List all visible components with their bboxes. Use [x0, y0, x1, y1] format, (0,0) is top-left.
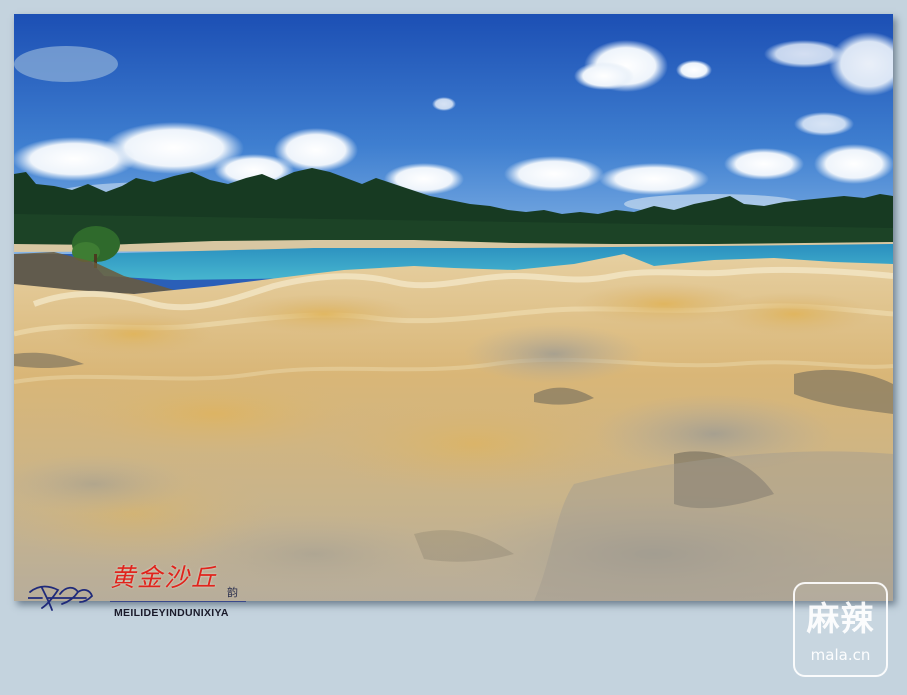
signature-subtitle: MEILIDEYINDUNIXIYA [114, 607, 229, 619]
signature-scribble [28, 585, 94, 611]
watermark-logo-text: 麻辣 [806, 599, 875, 638]
landscape-photo [14, 14, 893, 601]
site-watermark: 麻辣 mala.cn [793, 582, 888, 677]
signature-rule [110, 601, 246, 602]
author-signature: 黄金沙丘 韵 MEILIDEYINDUNIXIYA [28, 558, 253, 620]
signature-suffix: 韵 [227, 586, 238, 599]
photo-scene [14, 14, 893, 601]
watermark-domain: mala.cn [810, 646, 871, 664]
signature-title: 黄金沙丘 [110, 563, 219, 592]
